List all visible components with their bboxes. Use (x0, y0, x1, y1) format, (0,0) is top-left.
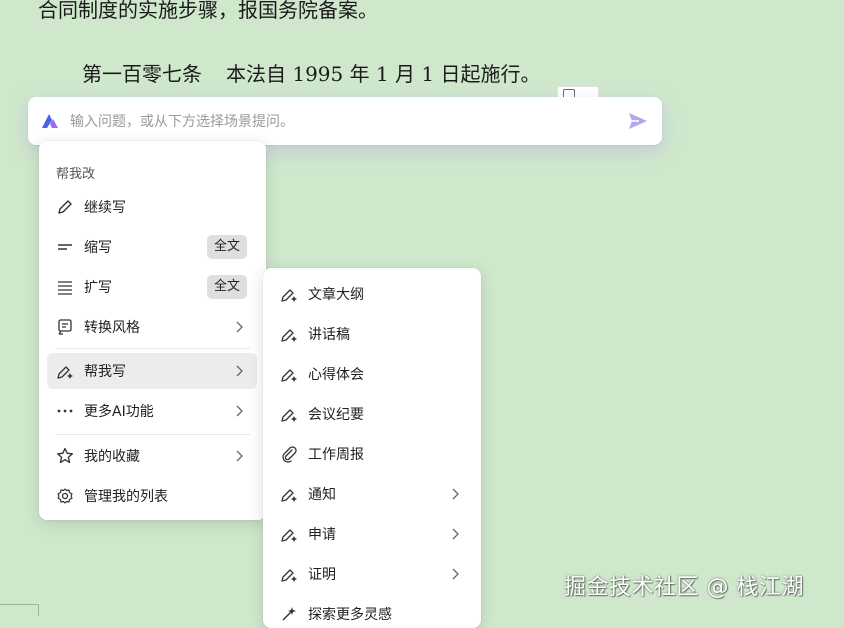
menu-item-label: 管理我的列表 (84, 489, 168, 505)
send-icon[interactable] (626, 110, 650, 132)
chevron-right-icon (236, 405, 243, 417)
menu-item-favorites[interactable]: 我的收藏 (47, 438, 257, 474)
menu-item-label: 帮我写 (84, 364, 126, 380)
submenu-item-application[interactable]: 申请 (271, 516, 473, 552)
article-number: 第一百零七条 (82, 62, 202, 86)
submenu-item-weekly-report[interactable]: 工作周报 (271, 436, 473, 472)
menu-item-label: 转换风格 (84, 320, 140, 336)
page-edge-line (38, 604, 39, 616)
full-text-badge[interactable]: 全文 (206, 275, 247, 299)
pencil-icon (55, 197, 75, 217)
submenu-item-label: 申请 (308, 527, 336, 543)
gear-icon (55, 486, 75, 506)
page-edge-line (0, 604, 38, 605)
chevron-right-icon (236, 321, 243, 333)
menu-item-more-ai[interactable]: 更多AI功能 (47, 393, 257, 429)
ai-pen-icon (279, 404, 299, 424)
menu-item-label: 我的收藏 (84, 449, 140, 465)
submenu-item-label: 工作周报 (308, 447, 364, 463)
submenu-item-certificate[interactable]: 证明 (271, 556, 473, 592)
menu-item-label: 缩写 (84, 240, 112, 256)
submenu-item-minutes[interactable]: 会议纪要 (271, 396, 473, 432)
more-icon (55, 401, 75, 421)
style-icon (55, 317, 75, 337)
submenu-item-speech[interactable]: 讲话稿 (271, 316, 473, 352)
chevron-right-icon (452, 568, 459, 580)
menu-divider (55, 348, 250, 349)
menu-header: 帮我改 (56, 167, 96, 182)
paperclip-icon (279, 444, 299, 464)
article-text: 本法自 1995 年 1 月 1 日起施行。 (226, 62, 541, 86)
article-line: 第一百零七条 本法自 1995 年 1 月 1 日起施行。 (82, 58, 541, 87)
ai-pen-icon (279, 324, 299, 344)
chevron-right-icon (452, 488, 459, 500)
submenu-item-label: 会议纪要 (308, 407, 364, 423)
submenu-item-label: 证明 (308, 567, 336, 583)
menu-item-continue-write[interactable]: 继续写 (47, 189, 257, 225)
ai-pen-icon (279, 524, 299, 544)
ai-ask-bar (28, 97, 662, 145)
menu-item-help-me-write[interactable]: 帮我写 (47, 353, 257, 389)
submenu-item-explore-more[interactable]: 探索更多灵感 (271, 596, 473, 628)
menu-divider (55, 434, 250, 435)
submenu-item-label: 讲话稿 (308, 327, 350, 343)
ai-pen-icon (55, 361, 75, 381)
menu-item-label: 扩写 (84, 280, 112, 296)
chevron-right-icon (236, 365, 243, 377)
full-text-badge[interactable]: 全文 (206, 235, 247, 259)
menu-item-label: 继续写 (84, 200, 126, 216)
submenu-item-notice[interactable]: 通知 (271, 476, 473, 512)
chevron-right-icon (452, 528, 459, 540)
short-lines-icon (55, 237, 75, 257)
long-lines-icon (55, 277, 75, 297)
sparkle-icon (279, 604, 299, 624)
ai-logo-icon (42, 114, 58, 128)
submenu-item-label: 文章大纲 (308, 287, 364, 303)
submenu-item-label: 探索更多灵感 (308, 607, 392, 623)
submenu-item-outline[interactable]: 文章大纲 (271, 276, 473, 312)
ai-pen-icon (279, 564, 299, 584)
ai-question-input[interactable] (68, 107, 612, 137)
menu-item-label: 更多AI功能 (84, 404, 154, 420)
ai-main-menu: 帮我改 继续写 缩写 全文 扩写 全文 转换风格 帮我写 更多AI功能 我的收藏… (39, 141, 266, 520)
ai-pen-icon (279, 484, 299, 504)
star-icon (55, 446, 75, 466)
submenu-item-label: 通知 (308, 487, 336, 503)
help-me-write-submenu: 文章大纲 讲话稿 心得体会 会议纪要 工作周报 通知 申请 证明 探索更多灵感 (263, 268, 481, 628)
document-line-top: 合同制度的实施步骤，报国务院备案。 (38, 0, 378, 22)
menu-item-abbreviate[interactable]: 缩写 全文 (47, 229, 257, 265)
menu-item-convert-style[interactable]: 转换风格 (47, 309, 257, 345)
ai-pen-icon (279, 364, 299, 384)
watermark: 掘金技术社区 @ 栈江湖 (564, 575, 804, 600)
submenu-item-reflection[interactable]: 心得体会 (271, 356, 473, 392)
submenu-item-label: 心得体会 (308, 367, 364, 383)
menu-item-manage-list[interactable]: 管理我的列表 (47, 478, 257, 514)
ai-pen-icon (279, 284, 299, 304)
chevron-right-icon (236, 450, 243, 462)
menu-item-expand[interactable]: 扩写 全文 (47, 269, 257, 305)
